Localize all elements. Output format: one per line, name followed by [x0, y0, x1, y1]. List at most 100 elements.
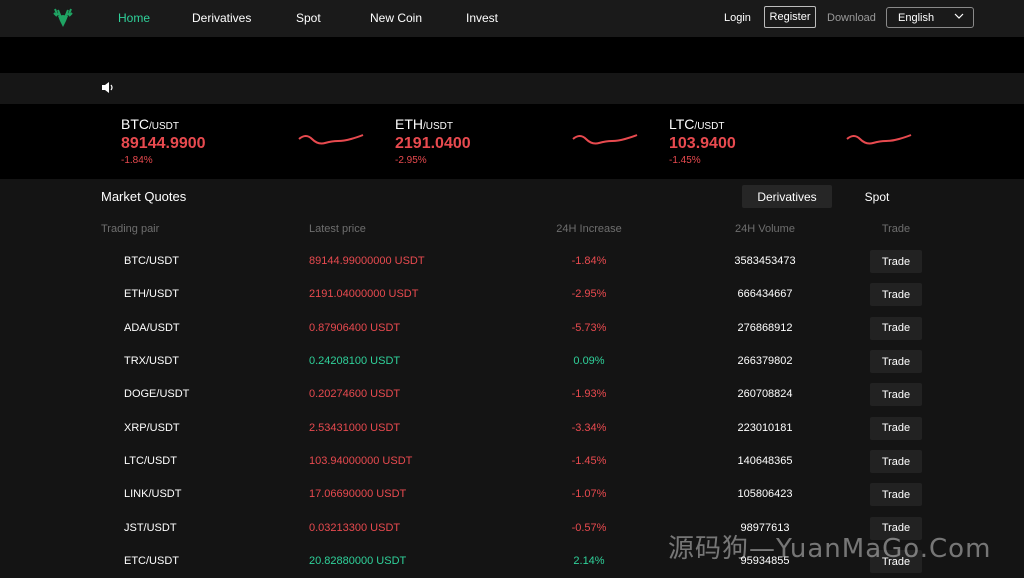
row-24h-increase: 2.14%	[573, 555, 605, 568]
row-latest-price: 0.24208100 USDT	[309, 355, 401, 368]
ticker-quote: /USDT	[149, 121, 179, 132]
ticker-price: 2191.0400	[395, 135, 471, 152]
row-latest-price: 89144.99000000 USDT	[309, 255, 425, 267]
row-24h-volume: 276868912	[737, 321, 793, 334]
ticker-price: 103.9400	[669, 135, 736, 152]
watermark-text: 源码狗—YuanMaGo.Com	[668, 534, 992, 564]
nav-item-spot[interactable]: Spot	[296, 11, 321, 25]
column-header-price: Latest price	[309, 223, 366, 235]
speaker-icon	[102, 82, 113, 93]
trade-button[interactable]: Trade	[870, 416, 922, 440]
row-trading-pair: ETH/USDT	[124, 288, 179, 301]
row-24h-volume: 3583453473	[734, 255, 796, 267]
row-trading-pair: JST/USDT	[124, 521, 177, 534]
ticker-base: BTC	[121, 116, 149, 132]
column-header-pair: Trading pair	[101, 223, 160, 235]
top-navigation-bar: Home Derivatives Spot New Coin Invest Lo…	[0, 0, 1024, 37]
trade-button[interactable]: Trade	[870, 483, 922, 507]
register-button[interactable]: Register	[764, 6, 816, 28]
ticker-strip: BTC/USDT 89144.9900 -1.84% ETH/USDT 2191…	[0, 104, 1024, 179]
nav-item-derivatives[interactable]: Derivatives	[192, 11, 251, 25]
row-trading-pair: DOGE/USDT	[124, 388, 190, 401]
row-trading-pair: XRP/USDT	[124, 421, 180, 434]
row-latest-price: 0.20274600 USDT	[309, 388, 401, 401]
tab-derivatives[interactable]: Derivatives	[742, 185, 832, 208]
trade-button[interactable]: Trade	[870, 316, 922, 340]
table-row[interactable]: LTC/USDT 103.94000000 USDT -1.45% 140648365…	[0, 445, 1024, 478]
row-trading-pair: ETC/USDT	[124, 555, 179, 568]
chevron-down-icon	[954, 13, 964, 19]
row-trading-pair: TRX/USDT	[124, 355, 179, 368]
row-latest-price: 0.03213300 USDT	[309, 521, 401, 534]
table-row[interactable]: TRX/USDT 0.24208100 USDT 0.09% 266379802 Tra…	[0, 345, 1024, 378]
trade-button[interactable]: Trade	[870, 350, 922, 374]
trade-button[interactable]: Trade	[870, 450, 922, 474]
row-trading-pair: LINK/USDT	[124, 488, 182, 501]
market-quotes-title: Market Quotes	[101, 189, 187, 204]
ticker-pair: LTC/USDT	[669, 116, 724, 132]
tab-spot[interactable]: Spot	[845, 185, 909, 208]
table-row[interactable]: LINK/USDT 17.06690000 USDT -1.07% 105806423…	[0, 478, 1024, 511]
row-24h-increase: -5.73%	[571, 321, 607, 334]
table-row[interactable]: DOGE/USDT 0.20274600 USDT -1.93% 260708824 T…	[0, 378, 1024, 411]
row-trading-pair: BTC/USDT	[124, 255, 179, 267]
ticker-change: -1.84%	[121, 155, 153, 166]
column-header-volume: 24H Volume	[735, 223, 795, 235]
table-row[interactable]: ETH/USDT 2191.04000000 USDT -2.95% 66643466…	[0, 278, 1024, 311]
nav-item-invest[interactable]: Invest	[466, 11, 498, 25]
ticker-base: ETH	[395, 116, 423, 132]
row-24h-increase: -3.34%	[571, 421, 607, 434]
column-header-trade: Trade	[881, 223, 911, 235]
trade-button[interactable]: Trade	[870, 283, 922, 307]
deer-logo-icon[interactable]	[52, 7, 74, 29]
row-24h-increase: -1.45%	[571, 455, 607, 468]
row-24h-volume: 223010181	[737, 421, 793, 434]
table-row[interactable]: BTC/USDT 89144.99000000 USDT -1.84% 3583453…	[0, 245, 1024, 278]
row-24h-volume: 266379802	[737, 355, 793, 368]
login-link[interactable]: Login	[724, 12, 751, 24]
ticker-quote: /USDT	[423, 121, 453, 132]
ticker-change: -2.95%	[395, 155, 427, 166]
language-select[interactable]: English	[886, 7, 974, 28]
download-link[interactable]: Download	[827, 12, 876, 24]
ticker-pair: ETH/USDT	[395, 116, 453, 132]
ticker-pair: BTC/USDT	[121, 116, 179, 132]
ticker-price: 89144.9900	[121, 135, 206, 152]
row-24h-increase: -1.84%	[571, 255, 607, 267]
sparkline-icon	[298, 134, 364, 145]
row-24h-volume: 260708824	[737, 388, 793, 401]
nav-item-home[interactable]: Home	[118, 11, 150, 25]
row-latest-price: 20.82880000 USDT	[309, 555, 407, 568]
row-24h-volume: 105806423	[737, 488, 793, 501]
row-24h-increase: -1.93%	[571, 388, 607, 401]
announcement-bar	[0, 73, 1024, 104]
row-24h-increase: -1.07%	[571, 488, 607, 501]
ticker-card-btc[interactable]: BTC/USDT 89144.9900 -1.84%	[121, 104, 381, 179]
ticker-card-eth[interactable]: ETH/USDT 2191.0400 -2.95%	[395, 104, 655, 179]
sparkline-icon	[846, 134, 912, 145]
ticker-quote: /USDT	[694, 121, 725, 132]
row-trading-pair: LTC/USDT	[124, 455, 177, 468]
row-latest-price: 0.87906400 USDT	[309, 321, 401, 334]
banner-area	[0, 37, 1024, 73]
row-latest-price: 2191.04000000 USDT	[309, 288, 419, 301]
row-latest-price: 2.53431000 USDT	[309, 421, 401, 434]
row-24h-increase: -2.95%	[571, 288, 607, 301]
language-select-value: English	[898, 11, 935, 24]
trade-button[interactable]: Trade	[870, 383, 922, 407]
row-24h-increase: -0.57%	[571, 521, 607, 534]
sparkline-icon	[572, 134, 638, 145]
ticker-card-ltc[interactable]: LTC/USDT 103.9400 -1.45%	[669, 104, 929, 179]
table-row[interactable]: XRP/USDT 2.53431000 USDT -3.34% 223010181 Tr…	[0, 412, 1024, 445]
row-latest-price: 103.94000000 USDT	[309, 455, 413, 468]
row-24h-volume: 666434667	[737, 288, 793, 301]
row-trading-pair: ADA/USDT	[124, 321, 180, 334]
ticker-change: -1.45%	[669, 155, 701, 166]
ticker-base: LTC	[669, 116, 695, 132]
table-row[interactable]: ADA/USDT 0.87906400 USDT -5.73% 276868912 Tr…	[0, 312, 1024, 345]
nav-item-new-coin[interactable]: New Coin	[370, 11, 422, 25]
row-latest-price: 17.06690000 USDT	[309, 488, 407, 501]
row-24h-volume: 140648365	[737, 455, 793, 468]
trade-button[interactable]: Trade	[870, 250, 922, 273]
column-header-increase: 24H Increase	[556, 223, 622, 235]
